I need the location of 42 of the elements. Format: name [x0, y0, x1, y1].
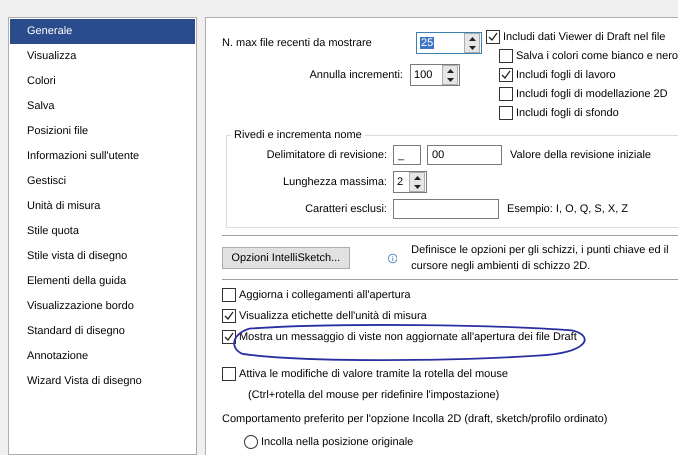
sidebar-item[interactable]: Colori: [10, 69, 195, 94]
sidebar-item[interactable]: Annotazione: [10, 344, 195, 369]
checkbox-label: Mostra un messaggio di viste non aggiornate all'apertura dei file Draft: [239, 330, 577, 342]
sidebar-item[interactable]: Stile quota: [10, 219, 195, 244]
sidebar-item[interactable]: Informazioni sull'utente: [10, 144, 195, 169]
checkbox-label: Includi fogli di lavoro: [516, 68, 616, 80]
checkbox-label: Includi fogli di sfondo: [516, 106, 619, 118]
intellisketch-button[interactable]: Opzioni IntelliSketch...: [222, 247, 350, 269]
sidebar-item[interactable]: Wizard Vista di disegno: [10, 369, 195, 394]
sidebar-item[interactable]: Visualizza: [10, 44, 195, 69]
field-label: N. max file recenti da mostrare: [222, 37, 373, 49]
radio-label: Incolla nella posizione originale: [261, 436, 414, 448]
field-label: Delimitatore di revisione:: [266, 149, 387, 161]
delimiter-field[interactable]: _: [393, 145, 421, 165]
group-title: Rivedi e incrementa nome: [233, 129, 363, 141]
sidebar-item[interactable]: Salva: [10, 94, 195, 119]
sidebar-item[interactable]: Posizioni file: [10, 119, 195, 144]
checkbox-label: Visualizza etichette dell'unità di misura: [239, 310, 427, 322]
sidebar-item[interactable]: Visualizzazione bordo: [10, 294, 195, 319]
paste-behavior-label: Comportamento preferito per l'opzione Incolla 2D (draft, sketch/profilo ordinato): [222, 413, 608, 425]
sidebar-item[interactable]: Stile vista di disegno: [10, 244, 195, 269]
sidebar-item[interactable]: Elementi della guida: [10, 269, 195, 294]
field-label: Caratteri esclusi:: [304, 203, 387, 215]
checkbox-label: Aggiorna i collegamenti all'apertura: [239, 288, 410, 300]
checkbox-label: Salva i colori come bianco e nero: [516, 50, 678, 62]
sidebar-item[interactable]: Unità di misura: [10, 194, 195, 219]
recent-files-field[interactable]: 25: [416, 32, 482, 54]
sidebar-item[interactable]: Generale: [10, 19, 195, 44]
checkbox-label: Includi dati Viewer di Draft nel file: [502, 30, 666, 42]
info-text: Definisce le opzioni per gli schizzi, i punti chiave ed il cursore negli ambienti di schizzo 2D.: [411, 243, 670, 274]
field-label: Lunghezza massima:: [282, 176, 387, 188]
undo-steps-field[interactable]: 100: [410, 64, 460, 86]
field-note: Valore della revisione iniziale: [510, 149, 652, 161]
sidebar-item[interactable]: Standard di disegno: [10, 319, 195, 344]
max-length-field[interactable]: 2: [393, 171, 427, 193]
checkbox-label: Includi fogli di modellazione 2D: [516, 88, 668, 100]
field-label: Annulla incrementi:: [308, 69, 403, 81]
sidebar-item[interactable]: Gestisci: [10, 169, 195, 194]
initial-revision-field[interactable]: 00: [427, 145, 502, 165]
checkbox-label: Attiva le modifiche di valore tramite la rotella del mouse: [239, 368, 508, 380]
field-note: Esempio: I, O, Q, S, X, Z: [507, 203, 628, 215]
hint-text: (Ctrl+rotella del mouse per ridefinire l'impostazione): [247, 389, 500, 401]
